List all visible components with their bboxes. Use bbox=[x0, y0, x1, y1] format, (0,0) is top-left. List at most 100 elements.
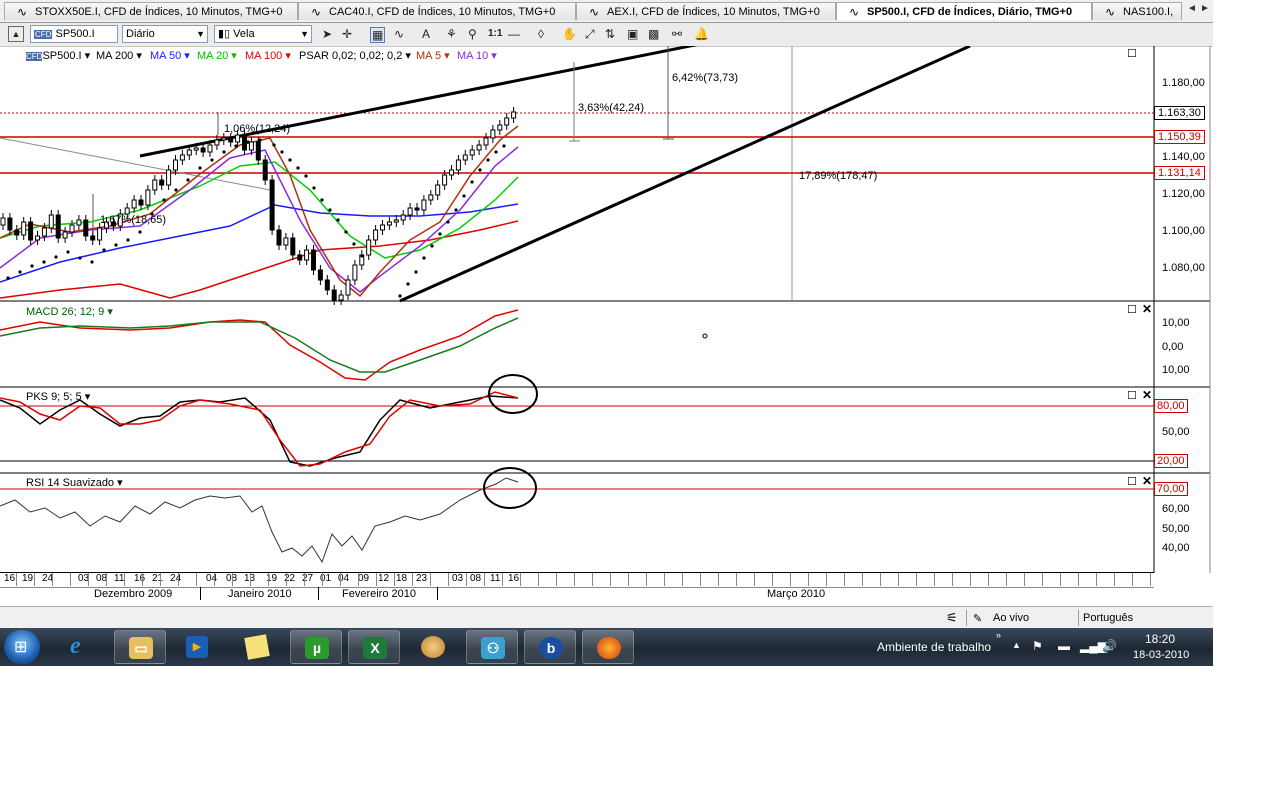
rsi-label[interactable]: RSI 14 Suavizado ▾ bbox=[26, 476, 123, 489]
psar-dot bbox=[430, 244, 434, 248]
taskbar-firefox[interactable] bbox=[582, 630, 634, 664]
psar-dot bbox=[30, 264, 34, 268]
clock-time[interactable]: 18:20 bbox=[1145, 632, 1175, 646]
date-grid-line bbox=[358, 573, 359, 586]
candle-body bbox=[317, 269, 323, 281]
cursor-arrow-icon[interactable]: ➤ bbox=[322, 27, 332, 41]
candle-body bbox=[462, 154, 468, 161]
pks-tag: 80,00 bbox=[1154, 399, 1188, 413]
date-grid-line bbox=[628, 573, 629, 586]
window-icon[interactable]: ▣ bbox=[627, 27, 638, 41]
date-grid-line bbox=[196, 573, 197, 586]
rsi-tick: 40,00 bbox=[1162, 542, 1190, 554]
desktop-toolbar-label[interactable]: Ambiente de trabalho bbox=[877, 640, 991, 654]
media-launcher[interactable]: ▶ bbox=[172, 630, 220, 664]
date-grid-line bbox=[610, 573, 611, 586]
close-pane-icon[interactable]: ✕ bbox=[1142, 388, 1152, 402]
taskbar-messenger[interactable]: ⚇ bbox=[466, 630, 518, 664]
taskbar-utorrent[interactable]: µ bbox=[290, 630, 342, 664]
paint-palette-icon bbox=[421, 636, 445, 658]
text-tool-icon[interactable]: A bbox=[422, 27, 430, 41]
maximize-pane-icon[interactable]: ☐ bbox=[1127, 475, 1137, 488]
date-grid-line bbox=[34, 573, 35, 586]
start-button[interactable]: ⊞ bbox=[4, 630, 40, 664]
tab-label: SP500.I, CFD de Índices, Diário, TMG+0 bbox=[867, 6, 1073, 18]
candle-body bbox=[41, 227, 47, 237]
eraser-icon[interactable]: ◊ bbox=[538, 27, 544, 41]
toolbar-double-arrow-icon[interactable]: » bbox=[996, 630, 1001, 640]
macd-label[interactable]: MACD 26; 12; 9 ▾ bbox=[26, 305, 113, 318]
psar-dot bbox=[198, 166, 202, 170]
paint-launcher[interactable] bbox=[408, 630, 456, 664]
line-tool-icon[interactable]: — bbox=[508, 27, 520, 41]
connection-icon: ⚟ bbox=[946, 610, 958, 625]
clock-date[interactable]: 18-03-2010 bbox=[1133, 649, 1189, 661]
psar-dot bbox=[462, 194, 466, 198]
candle-body bbox=[311, 249, 316, 271]
date-tick: 11 bbox=[114, 573, 125, 584]
hand-icon[interactable]: ✋ bbox=[562, 27, 577, 41]
pattern-icon[interactable]: ⚘ bbox=[446, 27, 457, 41]
close-pane-icon[interactable]: ✕ bbox=[1142, 302, 1152, 316]
date-grid-line bbox=[250, 573, 251, 586]
psar-dot bbox=[138, 230, 142, 234]
period-value: Diário bbox=[126, 28, 155, 40]
tab-scroll-right-icon[interactable]: ► bbox=[1200, 3, 1210, 14]
maximize-pane-icon[interactable]: ☐ bbox=[1127, 47, 1137, 60]
candle-body bbox=[373, 229, 379, 241]
collapse-arrow-icon[interactable]: ▲ bbox=[8, 26, 24, 42]
maximize-pane-icon[interactable]: ☐ bbox=[1127, 389, 1137, 402]
price-tick: 1.100,00 bbox=[1162, 225, 1205, 237]
alert-bell-icon[interactable]: 🔔 bbox=[694, 27, 709, 41]
zoom-icon[interactable]: ⚲ bbox=[468, 27, 477, 41]
symbol-input[interactable]: CFD SP500.I bbox=[30, 25, 118, 43]
tab-nas100[interactable]: ∿ NAS100.I, bbox=[1092, 2, 1182, 20]
messenger-icon: ⚇ bbox=[481, 637, 505, 659]
notes-launcher[interactable] bbox=[232, 630, 280, 664]
language-label[interactable]: Português bbox=[1083, 612, 1133, 624]
period-select[interactable]: Diário ▼ bbox=[122, 25, 208, 43]
link-icon[interactable]: ⚯ bbox=[672, 27, 682, 41]
date-grid-line bbox=[340, 573, 341, 586]
tab-sp500[interactable]: ∿ SP500.I, CFD de Índices, Diário, TMG+0 bbox=[836, 2, 1092, 20]
taskbar-excel[interactable]: X bbox=[348, 630, 400, 664]
close-pane-icon[interactable]: ✕ bbox=[1142, 474, 1152, 488]
crosshair-icon[interactable]: ✛ bbox=[342, 27, 352, 41]
ie-launcher[interactable]: e bbox=[58, 630, 106, 664]
macd-path bbox=[0, 317, 519, 373]
candle-body bbox=[297, 254, 303, 261]
arrange-icon[interactable]: ⇅ bbox=[605, 27, 615, 41]
volume-icon[interactable]: 🔊 bbox=[1102, 639, 1117, 653]
maximize-pane-icon[interactable]: ☐ bbox=[1127, 303, 1137, 316]
action-center-flag-icon[interactable]: ⚑ bbox=[1032, 639, 1043, 653]
date-grid-line bbox=[538, 573, 539, 586]
chart-canvas[interactable] bbox=[0, 46, 1213, 573]
date-grid-line bbox=[430, 573, 431, 586]
chart-type-select[interactable]: ▮▯ Vela ▼ bbox=[214, 25, 312, 43]
rsi-line bbox=[0, 477, 519, 564]
tab-scroll-left-icon[interactable]: ◄ bbox=[1187, 3, 1197, 14]
tile-icon[interactable]: ▩ bbox=[648, 27, 659, 41]
psar-dot bbox=[246, 140, 250, 144]
expand-icon[interactable]: ⤢ bbox=[585, 27, 595, 41]
network-icon[interactable]: ▬ bbox=[1058, 639, 1070, 653]
candle-body bbox=[324, 279, 330, 291]
indicator-icon[interactable]: ∿ bbox=[394, 27, 404, 41]
taskbar-explorer[interactable]: ▭ bbox=[114, 630, 166, 664]
tab-stoxx50e[interactable]: ∿ STOXX50E.I, CFD de Índices, 10 Minutos,… bbox=[4, 2, 298, 20]
candle-body bbox=[214, 139, 220, 146]
show-hidden-icons-icon[interactable]: ▲ bbox=[1012, 640, 1021, 650]
candle-body bbox=[152, 179, 158, 191]
macd-path bbox=[0, 309, 519, 381]
trendline-gray[interactable] bbox=[0, 137, 271, 191]
grid-draw-icon[interactable]: ▦ bbox=[370, 27, 386, 43]
pks-tick: 50,00 bbox=[1162, 426, 1190, 438]
one-to-one-icon[interactable]: 1:1 bbox=[488, 27, 502, 41]
psar-dot bbox=[272, 143, 276, 147]
taskbar-trading-app[interactable]: b bbox=[524, 630, 576, 664]
tab-cac40[interactable]: ∿ CAC40.I, CFD de Índices, 10 Minutos, TM… bbox=[298, 2, 576, 20]
tab-aex[interactable]: ∿ AEX.I, CFD de Índices, 10 Minutos, TMG+… bbox=[576, 2, 836, 20]
date-grid-line bbox=[232, 573, 233, 586]
pks-label[interactable]: PKS 9; 5; 5 ▾ bbox=[26, 390, 90, 403]
psar-dot bbox=[126, 238, 130, 242]
